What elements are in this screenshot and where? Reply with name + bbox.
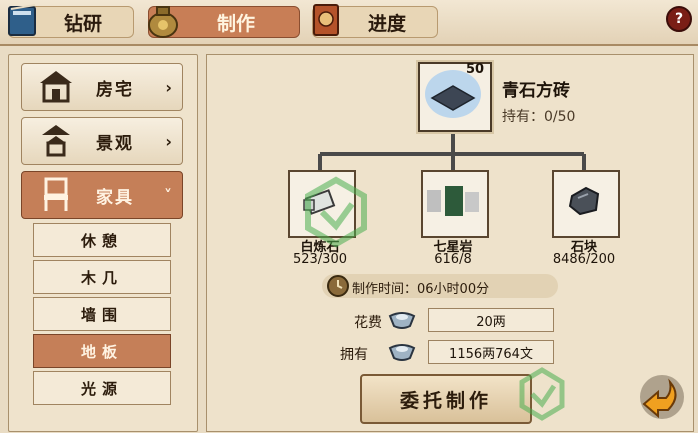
owned-money-label: 拥有 [340, 347, 368, 363]
owned-money-value: 1156两764文 [428, 340, 554, 364]
cost-label: 花费 [354, 315, 382, 331]
cost-value: 20两 [428, 308, 554, 332]
craft-time-label: 制作时间：06小时00分 [352, 282, 490, 297]
material-slot-seven-star-rock[interactable] [421, 170, 489, 238]
material-count: 8486/200 [552, 252, 616, 267]
watermark-logo-icon [305, 176, 367, 248]
product-name: 青石方砖 [502, 81, 570, 101]
product-owned: 持有：0/50 [502, 109, 576, 125]
material-slot-stone-block[interactable] [552, 170, 620, 238]
seven-star-rock-icon [427, 186, 479, 216]
material-count: 523/300 [292, 252, 347, 267]
product-count-badge: 50 [466, 62, 485, 77]
silver-ingot-icon [388, 312, 416, 329]
clock-icon [327, 275, 349, 297]
silver-ingot-icon [388, 344, 416, 361]
commission-craft-button[interactable]: 委托制作 [360, 374, 532, 424]
stone-block-icon [568, 186, 600, 216]
material-count: 616/8 [434, 252, 472, 267]
back-arrow-icon[interactable] [636, 372, 688, 422]
